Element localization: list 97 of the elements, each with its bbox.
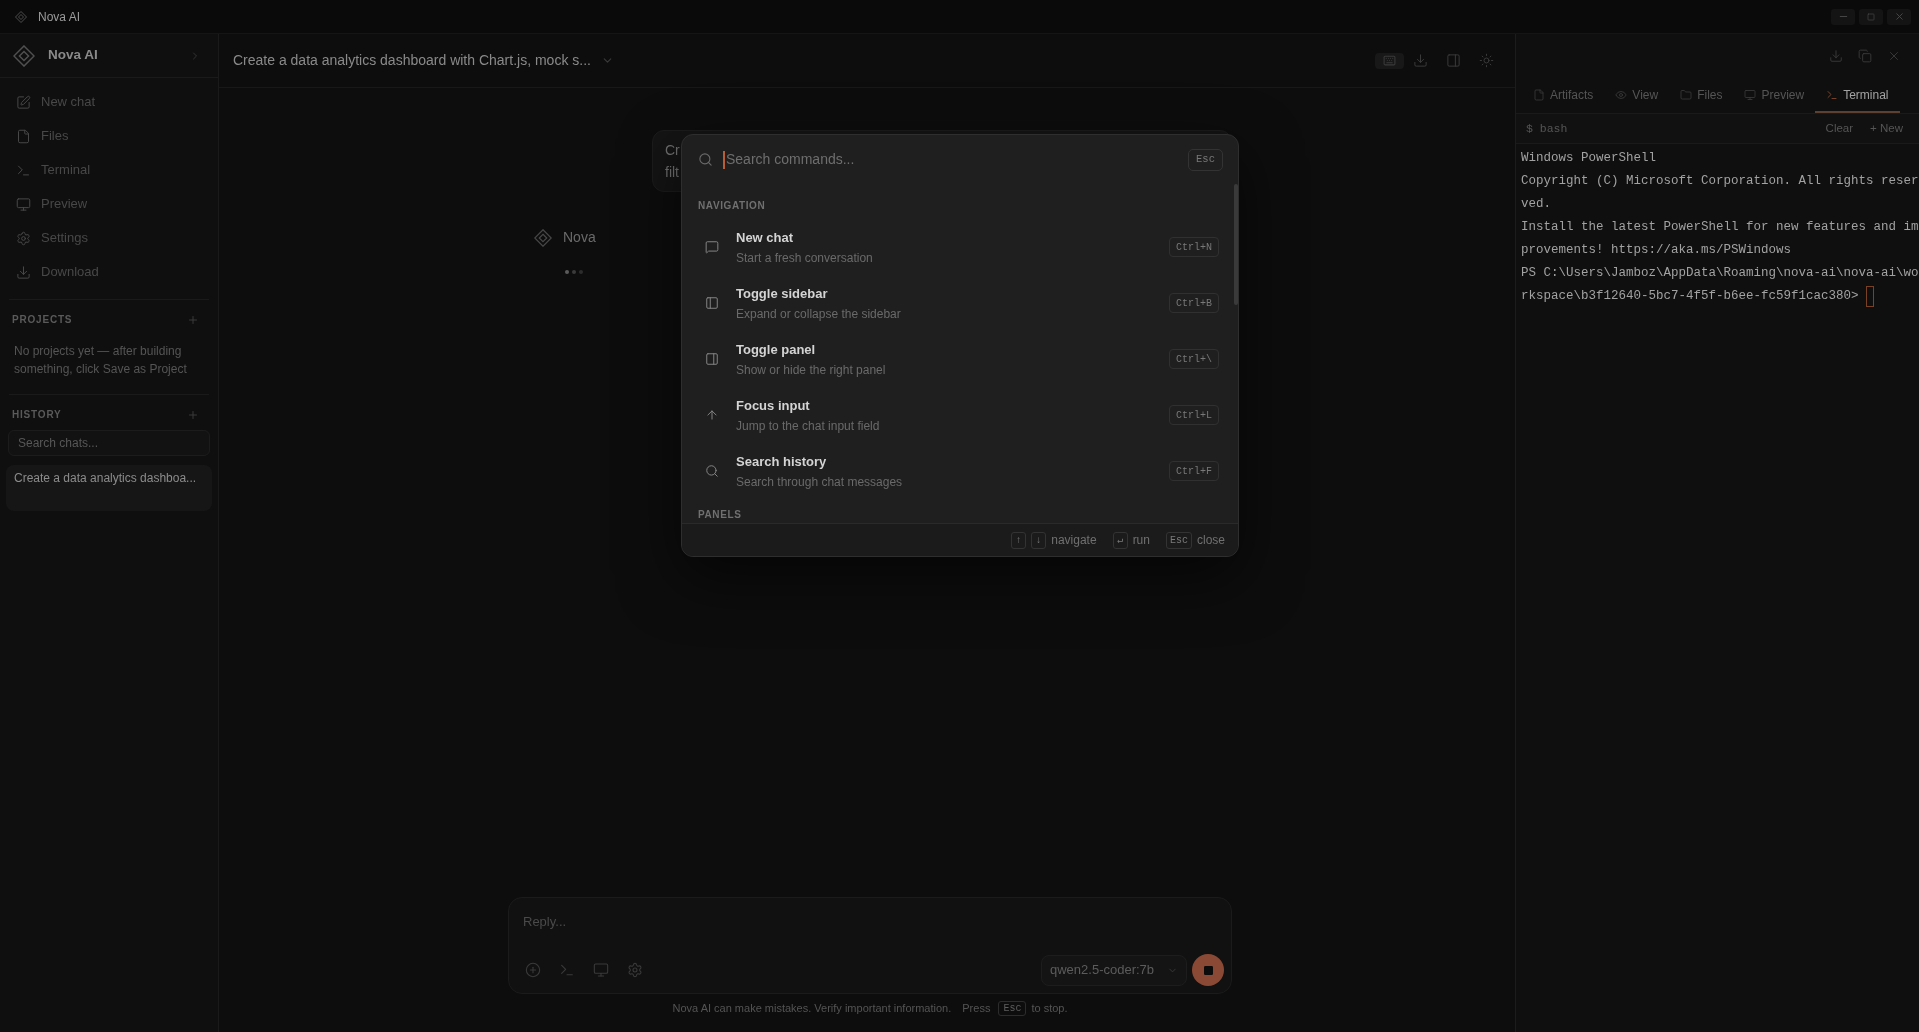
monitor-icon [1744, 88, 1757, 101]
section-heading: PANELS [698, 509, 743, 521]
close-button[interactable] [1887, 8, 1911, 25]
terminal-line: ved. [1521, 196, 1551, 213]
nav-item[interactable]: Download [8, 255, 210, 289]
shortcut-key: Ctrl+N [1169, 237, 1219, 257]
assistant-name: Nova [563, 228, 596, 247]
monitor-icon[interactable] [593, 962, 609, 978]
key-cap: Esc [998, 1000, 1027, 1016]
nav-item[interactable]: Files [8, 119, 210, 153]
terminal-line: PS C:\Users\Jamboz\AppData\Roaming\nova-ai\nova-ai\wo [1521, 265, 1919, 282]
terminal-icon[interactable] [559, 962, 575, 978]
download-icon [16, 264, 31, 280]
message-text: Cr filt [665, 141, 680, 182]
command-item[interactable]: Search history Search through chat messages Ctrl+F [690, 443, 1232, 499]
key-cap: ↑ [1011, 531, 1027, 549]
panel-right-icon[interactable] [1446, 53, 1461, 68]
shortcut-key: Ctrl+L [1169, 405, 1219, 425]
search-chats-field[interactable]: Search chats... [8, 430, 210, 456]
plus-icon[interactable] [187, 314, 199, 326]
pen-square-icon [16, 94, 31, 110]
stop-button[interactable] [1192, 954, 1224, 986]
section-heading: HISTORY [12, 409, 62, 421]
terminal-line: Copyright (C) Microsoft Corporation. All rights reser [1521, 173, 1919, 190]
settings-icon[interactable] [627, 962, 643, 978]
panel-left-icon [705, 296, 719, 310]
monitor-icon [16, 196, 31, 212]
history-item[interactable]: Create a data analytics dashboa... [6, 465, 212, 511]
eye-icon [1615, 88, 1628, 101]
hint-text: Press [962, 1000, 991, 1016]
nav-item[interactable]: Preview [8, 187, 210, 221]
chat-title: Create a data analytics dashboard with Chart.js, mock s... [233, 51, 591, 70]
section-heading: PROJECTS [12, 314, 73, 326]
command-item[interactable]: Toggle panel Show or hide the right panel Ctrl+\ [690, 331, 1232, 387]
key-cap: ↓ [1031, 531, 1047, 549]
keyboard-icon [1383, 54, 1396, 67]
command-item[interactable]: Focus input Jump to the chat input field Ctrl+L [690, 387, 1232, 443]
key-cap: Esc [1188, 148, 1223, 171]
logo-icon [13, 44, 35, 67]
terminal-line: Windows PowerShell [1521, 150, 1657, 167]
terminal-action[interactable]: Clear [1825, 119, 1854, 138]
shortcuts-button[interactable] [1375, 52, 1404, 69]
shortcut-key: Ctrl+B [1169, 293, 1219, 313]
command-item[interactable]: New chat Start a fresh conversation Ctrl+N [690, 219, 1232, 275]
search-icon [698, 152, 713, 167]
file-icon [16, 128, 31, 144]
nav-item[interactable]: Settings [8, 221, 210, 255]
key-cap: ↵ [1112, 531, 1128, 549]
stop-icon [1203, 965, 1213, 975]
terminal-cursor-icon [1865, 286, 1874, 307]
copy-icon[interactable] [1858, 49, 1872, 63]
panel-tab[interactable]: Artifacts [1522, 78, 1605, 113]
shell-label: $ bash [1526, 120, 1568, 137]
key-hint-label: navigate [1051, 532, 1097, 549]
panel-tab[interactable]: Files [1669, 78, 1734, 113]
terminal-icon [1826, 88, 1839, 101]
logo-icon [15, 10, 27, 23]
key-hint-label: run [1132, 532, 1150, 549]
maximize-button[interactable] [1859, 8, 1883, 25]
section-heading: NAVIGATION [698, 200, 767, 212]
command-search-input[interactable]: Search commands... [726, 149, 1180, 170]
file-icon [1533, 88, 1545, 101]
reply-input[interactable]: Reply... [523, 911, 1224, 931]
sun-icon[interactable] [1479, 53, 1494, 68]
plus-icon[interactable] [187, 409, 199, 421]
close-icon[interactable] [1887, 49, 1901, 63]
text-cursor-icon [723, 150, 725, 169]
shortcut-key: Ctrl+F [1169, 461, 1219, 481]
plus-circle-icon[interactable] [525, 962, 541, 978]
brand-name: Nova AI [48, 46, 98, 65]
panel-tab[interactable]: Preview [1733, 78, 1816, 113]
maximize-icon [1867, 12, 1875, 21]
model-select[interactable]: qwen2.5-coder:7b [1041, 954, 1187, 986]
key-hint-label: close [1197, 532, 1225, 549]
terminal-line: rkspace\b3f12640-5bc7-4f5f-b6ee-fc59f1cac380> [1521, 288, 1859, 305]
panel-right-icon [705, 352, 719, 366]
empty-projects-text: No projects yet — after building something, click Save as Project [14, 343, 188, 378]
nav-item[interactable]: New chat [8, 85, 210, 119]
key-cap: Esc [1165, 531, 1192, 549]
close-icon [1893, 11, 1905, 22]
hint-text: to stop. [1031, 1000, 1068, 1016]
minimize-button[interactable] [1831, 8, 1855, 25]
terminal-line: provements! https://aka.ms/PSWindows [1521, 242, 1792, 259]
nav-item[interactable]: Terminal [8, 153, 210, 187]
window-title: Nova AI [38, 8, 81, 26]
terminal-line: Install the latest PowerShell for new features and im [1521, 219, 1919, 236]
folder-icon [1680, 88, 1693, 101]
download-icon[interactable] [1829, 49, 1843, 63]
search-icon [705, 464, 719, 478]
download-icon[interactable] [1413, 53, 1428, 68]
command-item[interactable]: Toggle sidebar Expand or collapse the sidebar Ctrl+B [690, 275, 1232, 331]
disclaimer-text: Nova AI can make mistakes. Verify important information. [672, 1000, 952, 1016]
shortcut-key: Ctrl+\ [1169, 349, 1219, 369]
panel-tab[interactable]: View [1604, 78, 1670, 113]
terminal-action[interactable]: + New [1870, 119, 1903, 138]
settings-icon [16, 230, 31, 246]
assistant-logo-icon [534, 228, 552, 247]
